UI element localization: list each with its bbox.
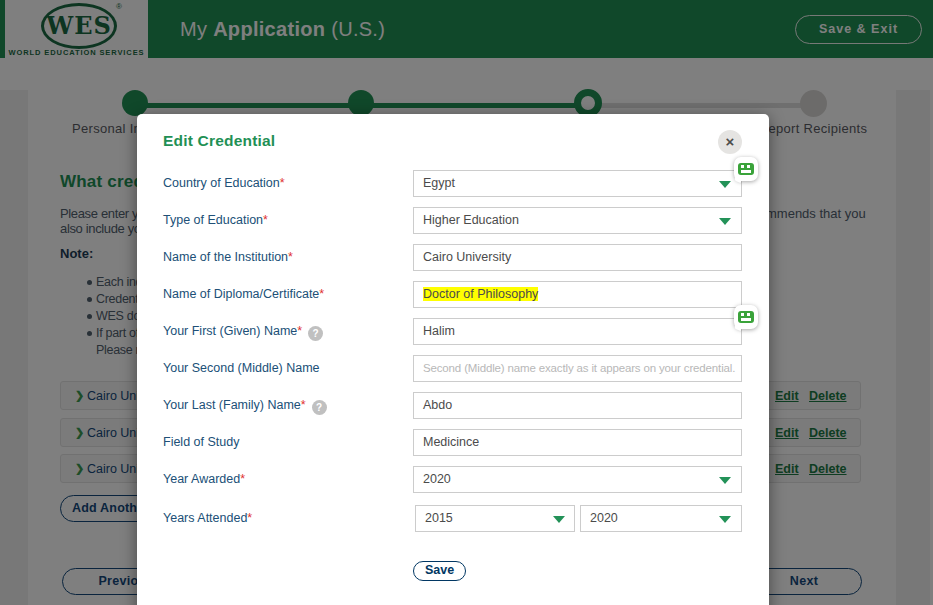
grammarly-keyboard-icon <box>738 163 754 175</box>
field-label: Name of Diploma/Certificate* <box>163 281 413 308</box>
help-icon[interactable]: ? <box>308 326 323 341</box>
field-label: Your Second (Middle) Name <box>163 355 413 382</box>
required-asterisk: * <box>288 250 293 264</box>
field-label: Country of Education* <box>163 170 413 197</box>
years-attended-from-select[interactable]: 2015 <box>415 505 575 532</box>
year-awarded-select[interactable]: 2020 <box>413 466 742 493</box>
form-row-years-attended: Years Attended*20152020 <box>137 505 769 532</box>
required-asterisk: * <box>301 398 306 412</box>
required-asterisk: * <box>240 472 245 486</box>
field-label: Type of Education* <box>163 207 413 234</box>
form-row-institution-name: Name of the Institution*Cairo University <box>137 244 769 271</box>
grammarly-extension-icon[interactable] <box>734 305 758 329</box>
form-row-middle-name: Your Second (Middle) NameSecond (Middle)… <box>137 355 769 382</box>
field-of-study-input[interactable]: Medicince <box>413 429 742 456</box>
field-label: Your First (Given) Name*? <box>163 318 413 345</box>
form-row-diploma-name: Name of Diploma/Certificate*Doctor of Ph… <box>137 281 769 308</box>
form-row-country-of-education: Country of Education*Egypt <box>137 170 769 197</box>
form-row-first-name: Your First (Given) Name*?Halim <box>137 318 769 345</box>
chevron-down-icon <box>719 516 731 523</box>
field-label: Your Last (Family) Name*? <box>163 392 413 419</box>
required-asterisk: * <box>247 511 252 525</box>
years-attended-to-select[interactable]: 2020 <box>580 505 742 532</box>
type-of-education-select[interactable]: Higher Education <box>413 207 742 234</box>
form-row-last-name: Your Last (Family) Name*?Abdo <box>137 392 769 419</box>
required-asterisk: * <box>297 324 302 338</box>
form-row-field-of-study: Field of StudyMedicince <box>137 429 769 456</box>
field-label: Field of Study <box>163 429 413 456</box>
field-label: Name of the Institution* <box>163 244 413 271</box>
chevron-down-icon <box>719 477 731 484</box>
field-label: Year Awarded* <box>163 466 413 493</box>
last-name-input[interactable]: Abdo <box>413 392 742 419</box>
institution-name-input[interactable]: Cairo University <box>413 244 742 271</box>
diploma-name-input[interactable]: Doctor of Philosophy <box>413 281 742 308</box>
form-row-year-awarded: Year Awarded*2020 <box>137 466 769 493</box>
grammarly-keyboard-icon <box>738 311 754 323</box>
form-row-type-of-education: Type of Education*Higher Education <box>137 207 769 234</box>
help-icon[interactable]: ? <box>312 400 327 415</box>
first-name-input[interactable]: Halim <box>413 318 742 345</box>
save-button[interactable]: Save <box>413 561 466 581</box>
country-of-education-select[interactable]: Egypt <box>413 170 742 197</box>
close-icon[interactable]: × <box>718 130 742 154</box>
middle-name-input[interactable]: Second (Middle) name exactly as it appea… <box>413 355 742 382</box>
required-asterisk: * <box>263 213 268 227</box>
grammarly-extension-icon[interactable] <box>734 157 758 181</box>
edit-credential-modal: Edit Credential × Country of Education*E… <box>137 114 769 605</box>
chevron-down-icon <box>553 516 565 523</box>
required-asterisk: * <box>280 176 285 190</box>
required-asterisk: * <box>319 287 324 301</box>
chevron-down-icon <box>719 218 731 225</box>
field-label: Years Attended* <box>163 505 413 532</box>
modal-title: Edit Credential <box>163 132 275 150</box>
chevron-down-icon <box>719 181 731 188</box>
